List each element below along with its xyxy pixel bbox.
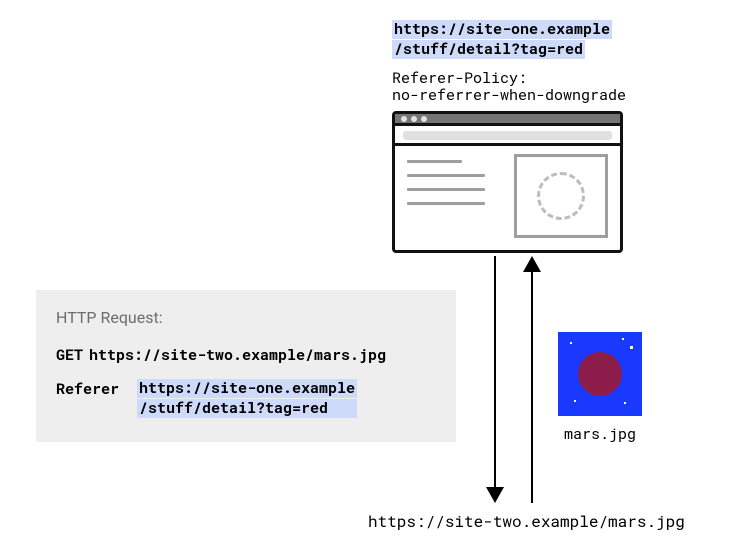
http-method: GET bbox=[56, 345, 83, 365]
browser-titlebar bbox=[395, 114, 620, 126]
referrer-policy-value: no-referrer-when-downgrade bbox=[392, 87, 626, 104]
mars-thumbnail bbox=[558, 332, 642, 416]
http-referer-line2: /stuff/detail?tag=red bbox=[137, 399, 357, 418]
star-icon bbox=[624, 402, 626, 404]
http-request-url: https://site-two.example/mars.jpg bbox=[89, 345, 386, 365]
page-url-block: https://site-one.example /stuff/detail?t… bbox=[392, 20, 612, 59]
star-icon bbox=[570, 342, 572, 344]
http-referer-label: Referer bbox=[56, 379, 119, 399]
http-referer-line: Referer https://site-one.example /stuff/… bbox=[56, 379, 440, 418]
image-placeholder-circle bbox=[537, 172, 585, 220]
page-text-line bbox=[407, 160, 462, 163]
browser-window bbox=[392, 111, 623, 253]
http-request-title: HTTP Request: bbox=[56, 308, 440, 327]
page-text-line bbox=[407, 174, 485, 177]
page-text-line bbox=[407, 188, 485, 191]
page-url-line2: /stuff/detail?tag=red bbox=[392, 40, 585, 59]
browser-body bbox=[395, 146, 620, 247]
http-request-box: HTTP Request: GET https://site-two.examp… bbox=[36, 290, 456, 442]
star-icon bbox=[574, 400, 576, 402]
http-referer-line1: https://site-one.example bbox=[137, 379, 357, 398]
resource-url-label: https://site-two.example/mars.jpg bbox=[368, 511, 685, 532]
arrows-overlay bbox=[0, 0, 744, 544]
star-icon bbox=[630, 346, 633, 349]
star-icon bbox=[622, 338, 624, 340]
referrer-policy-block: Referer-Policy: no-referrer-when-downgra… bbox=[392, 70, 626, 105]
http-request-line: GET https://site-two.example/mars.jpg bbox=[56, 345, 440, 365]
page-text-line bbox=[407, 202, 485, 205]
page-url-line1: https://site-one.example bbox=[392, 20, 612, 39]
planet-icon bbox=[578, 352, 622, 396]
mars-filename-label: mars.jpg bbox=[558, 424, 642, 444]
image-placeholder-frame bbox=[514, 154, 608, 238]
browser-address-bar bbox=[395, 126, 620, 146]
